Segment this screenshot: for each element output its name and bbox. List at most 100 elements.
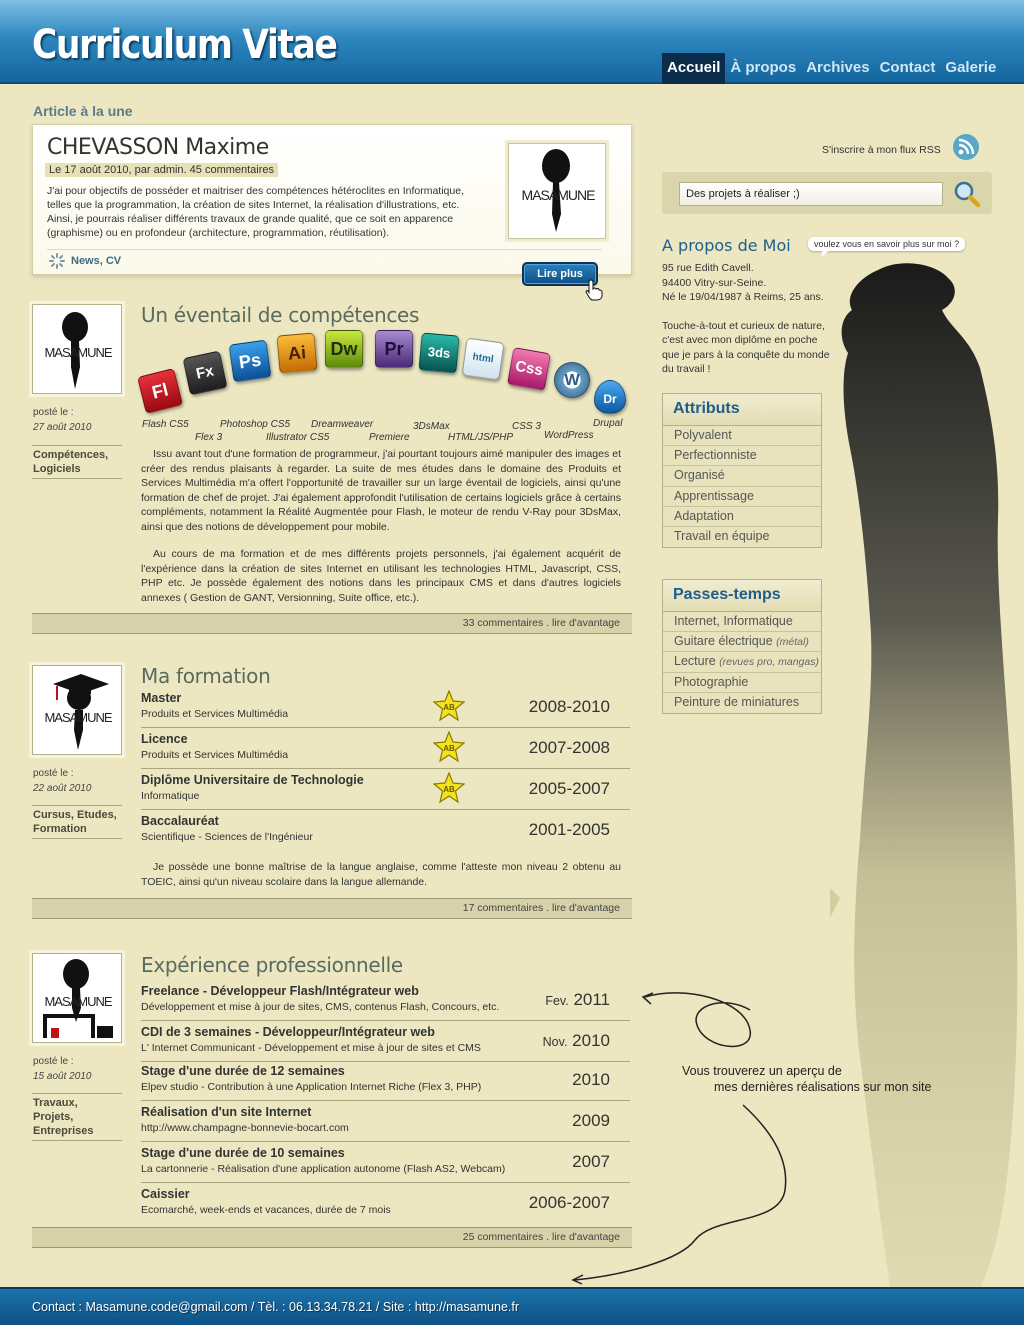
skills-post-footer[interactable]: 33 commentaires . lire d'avantage: [32, 613, 632, 634]
svg-text:MASAMUNE: MASAMUNE: [44, 710, 112, 725]
masamune-logo-icon: MASAMUNE: [522, 149, 596, 232]
experience-row-stage-12: Stage d'une durée de 12 semaines Elpev s…: [141, 1061, 630, 1101]
about-spacer: [662, 305, 837, 319]
experience-post-title[interactable]: Expérience professionnelle: [141, 953, 403, 977]
nav-item-galerie[interactable]: Galerie: [940, 53, 1001, 84]
experience-row-subtitle: La cartonnerie - Réalisation d'une appli…: [141, 1163, 506, 1175]
formation-post-title[interactable]: Ma formation: [141, 664, 271, 688]
svg-text:AB: AB: [443, 703, 455, 712]
experience-post-footer[interactable]: 25 commentaires . lire d'avantage: [32, 1227, 632, 1248]
skills-post-title[interactable]: Un éventail de compétences: [141, 303, 419, 327]
experience-posted-label: posté le :: [33, 1056, 74, 1067]
formation-row-subtitle: Produits et Services Multimédia: [141, 708, 289, 720]
hobby-item: Lecture (revues pro, mangas): [663, 652, 821, 673]
experience-row-title: Stage d'une durée de 12 semaines: [141, 1064, 345, 1078]
skills-paragraph-1: Issu avant tout d'une formation de progr…: [141, 448, 621, 533]
search-icon[interactable]: [953, 180, 981, 208]
skill-label-3dsmax: 3DsMax: [413, 421, 450, 432]
skills-posted-label: posté le :: [33, 407, 74, 418]
experience-row-freelance: Freelance - Développeur Flash/Intégrateu…: [141, 981, 630, 1021]
experience-row-title: CDI de 3 semaines - Développeur/Intégrat…: [141, 1025, 435, 1039]
experience-row-subtitle: Ecomarché, week-ends et vacances, durée …: [141, 1204, 391, 1216]
skill-label-drupal: Drupal: [593, 418, 623, 429]
experience-row-site: Réalisation d'un site Internet http://ww…: [141, 1102, 630, 1142]
skill-label-flex: Flex 3: [195, 432, 223, 443]
about-line: 94400 Vitry-sur-Seine.: [662, 276, 767, 289]
illustrator-icon: Ai: [276, 332, 318, 374]
star-badge-icon: AB: [433, 690, 465, 722]
formation-row-subtitle: Produits et Services Multimédia: [141, 749, 289, 761]
attribute-item: Travail en équipe: [674, 528, 770, 543]
wordpress-icon: W: [554, 362, 590, 398]
featured-meta: Le 17 août 2010, par admin. 45 commentai…: [45, 163, 279, 177]
nav-item-archives[interactable]: Archives: [801, 53, 874, 84]
experience-row-title: Freelance - Développeur Flash/Intégrateu…: [141, 984, 419, 998]
formation-row-bac: Baccalauréat Scientifique - Sciences de …: [141, 811, 630, 851]
nav-item-contact[interactable]: Contact: [875, 53, 941, 84]
skill-label-premiere: Premiere: [369, 432, 410, 443]
hobby-item: Peinture de miniatures: [674, 694, 800, 709]
annotation-line-1: Vous trouverez un aperçu de: [682, 1064, 842, 1078]
skills-post-date: 27 août 2010: [33, 422, 92, 433]
annotation-line-2: mes dernières réalisations sur mon site: [714, 1080, 932, 1094]
about-speech-bubble: voulez vous en savoir plus sur moi ?: [808, 237, 966, 257]
hobby-item: Photographie: [663, 673, 821, 693]
attribute-item: Apprentissage: [663, 487, 821, 507]
experience-row-subtitle: L' Internet Communicant - Développement …: [141, 1042, 481, 1054]
hobby-item: Internet, Informatique: [663, 612, 821, 633]
experience-row-title: Caissier: [141, 1187, 190, 1201]
html-icon: html: [461, 337, 505, 381]
masamune-logo-icon: MASAMUNE: [44, 312, 114, 389]
footer-contact[interactable]: Contact : Masamune.code@gmail.com / Tèl.…: [32, 1300, 519, 1314]
search-input[interactable]: [679, 182, 943, 206]
rss-icon[interactable]: [952, 133, 980, 161]
experience-category[interactable]: Travaux, Projets, Entreprises: [32, 1093, 122, 1141]
hobby-item: Guitare électrique (métal): [663, 632, 821, 653]
featured-name[interactable]: CHEVASSON Maxime: [47, 135, 269, 160]
flex-icon: Fx: [182, 350, 228, 396]
formation-post-logo: MASAMUNE: [32, 665, 122, 755]
annotation-arrows: [571, 992, 787, 1285]
svg-text:AB: AB: [443, 744, 455, 753]
formation-row-years: 2001-2005: [528, 820, 610, 839]
skills-category[interactable]: Compétences, Logiciels: [32, 445, 122, 479]
experience-row-stage-10: Stage d'une durée de 10 semaines La cart…: [141, 1143, 630, 1183]
formation-row-years: 2008-2010: [528, 697, 610, 716]
experience-row-subtitle: Elpev studio - Contribution à une Applic…: [141, 1081, 482, 1093]
experience-row-subtitle[interactable]: http://www.champagne-bonnevie-bocart.com: [141, 1122, 349, 1134]
formation-post-footer[interactable]: 17 commentaires . lire d'avantage: [32, 898, 632, 919]
svg-text:MASAMUNE: MASAMUNE: [522, 187, 596, 203]
featured-article: CHEVASSON Maxime Le 17 août 2010, par ad…: [32, 124, 632, 275]
about-text: 95 rue Edith Cavell. 94400 Vitry-sur-Sei…: [662, 261, 837, 377]
formation-category[interactable]: Cursus, Etudes, Formation: [32, 805, 122, 839]
featured-logo: MASAMUNE: [508, 143, 606, 239]
dreamweaver-icon: Dw: [325, 330, 363, 368]
site-title[interactable]: Curriculum Vitae: [32, 22, 338, 68]
star-badge-icon: AB: [433, 731, 465, 763]
about-line: Né le 19/04/1987 à Reims, 25 ans.: [662, 291, 824, 303]
hobbies-title: Passes-temps: [663, 580, 821, 612]
formation-post-date: 22 août 2010: [33, 783, 92, 794]
nav-item-a-propos[interactable]: À propos: [725, 53, 801, 84]
annotation-text: Vous trouverez un aperçu de mes dernière…: [682, 1063, 952, 1095]
formation-row-master: Master Produits et Services Multimédia A…: [141, 688, 630, 728]
nav-item-accueil[interactable]: Accueil: [662, 53, 726, 84]
skill-label-html: HTML/JS/PHP: [448, 432, 514, 443]
attribute-item: Adaptation: [663, 507, 821, 527]
skill-label-illustrator: Illustrator CS5: [266, 432, 330, 443]
about-title[interactable]: A propos de Moi: [662, 236, 791, 255]
star-badge-icon: AB: [433, 772, 465, 804]
skills-icons: Fl Fx Ps Ai Dw Pr 3ds html Css W Dr Flas…: [136, 330, 632, 445]
experience-post-logo: MASAMUNE: [32, 953, 122, 1043]
attributes-box: Attributs Polyvalent Perfectionniste Org…: [662, 393, 822, 549]
featured-tags-link[interactable]: News, CV: [71, 255, 121, 267]
about-line: Touche-à-tout et curieux de nature, c'es…: [662, 319, 830, 376]
skills-paragraph-2: Au cours de ma formation et de mes diffé…: [141, 548, 621, 604]
experience-row-cdi: CDI de 3 semaines - Développeur/Intégrat…: [141, 1022, 630, 1062]
rss-subscribe-link[interactable]: S'inscrire à mon flux RSS: [822, 144, 941, 156]
formation-paragraph: Je possède une bonne maîtrise de la lang…: [141, 861, 621, 888]
formation-row-title: Licence: [141, 732, 188, 746]
loading-spinner-icon: [49, 253, 65, 269]
formation-row-subtitle: Scientifique - Sciences de l'Ingénieur: [141, 831, 313, 843]
svg-text:MASAMUNE: MASAMUNE: [44, 994, 112, 1009]
